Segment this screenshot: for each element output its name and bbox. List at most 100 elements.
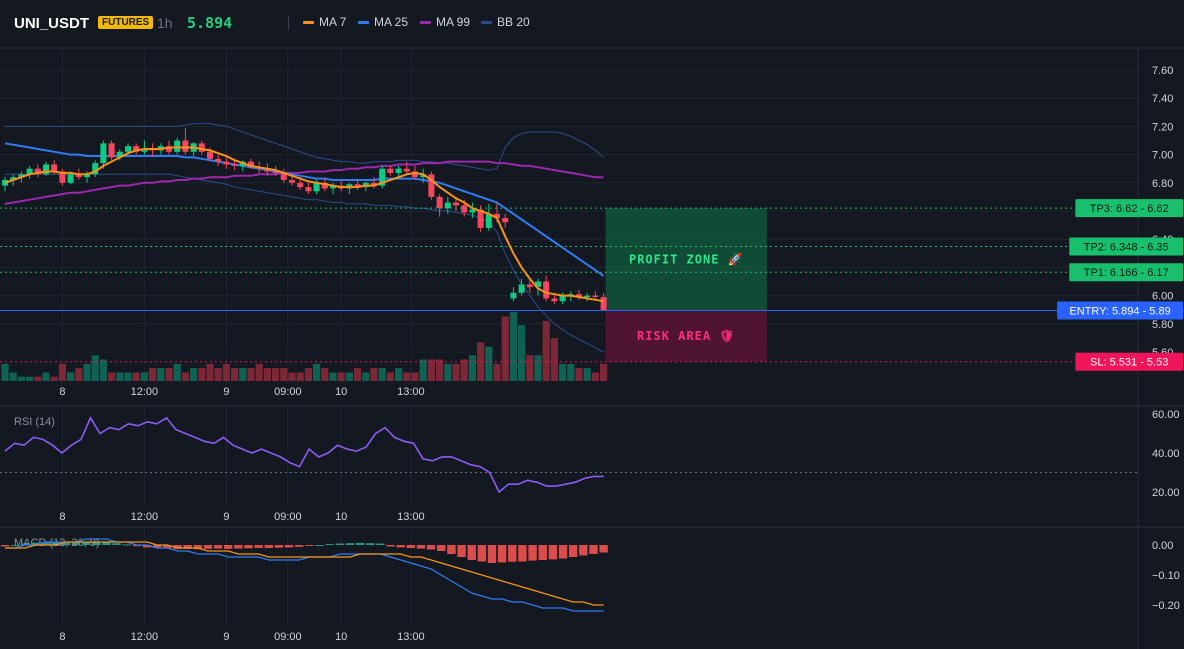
volume-bar (247, 368, 255, 381)
macd-hist-bar (213, 545, 223, 549)
rsi-tick-label: 20.00 (1152, 487, 1180, 499)
macd-hist-bar (315, 545, 324, 546)
price-tick-label: 5.80 (1152, 319, 1173, 331)
macd-hist-bar (224, 545, 233, 549)
volume-bar (26, 376, 34, 381)
macd-hist-bar (244, 545, 253, 549)
volume-bar (149, 368, 157, 381)
candle-body (231, 164, 238, 166)
candle-body (100, 143, 107, 164)
volume-bar (17, 376, 25, 381)
macd-hist-bar (538, 545, 547, 560)
macd-hist-bar (234, 545, 243, 549)
volume-bar (9, 372, 17, 381)
macd-hist-bar (203, 545, 213, 549)
candle-body (207, 151, 213, 159)
candle-body (444, 202, 451, 209)
time-tick-label: 12:00 (131, 511, 159, 523)
macd-hist-bar (416, 545, 426, 549)
volume-bar (403, 372, 411, 381)
candle-body (297, 182, 304, 188)
time-tick-label: 09:00 (274, 386, 302, 398)
candle-body (215, 158, 222, 162)
volume-bar (91, 355, 99, 381)
macd-hist-bar (508, 545, 517, 562)
candle-body (502, 218, 509, 223)
macd-hist-bar (376, 543, 385, 545)
volume-bar (173, 363, 181, 381)
volume-bar (534, 355, 542, 381)
macd-hist-bar (10, 545, 20, 546)
rsi-pane-bg (0, 408, 1184, 520)
time-tick-label: 10 (335, 631, 347, 643)
time-tick-label: 8 (59, 511, 65, 523)
candle-body (387, 168, 394, 173)
macd-hist-bar (406, 545, 416, 548)
volume-bar (198, 368, 206, 381)
rsi-tick-label: 60.00 (1152, 409, 1180, 421)
volume-bar (370, 368, 378, 381)
macd-hist-bar (366, 543, 375, 545)
entry-tag-label: ENTRY: 5.894 - 5.89 (1069, 306, 1170, 318)
time-tick-label: 10 (335, 511, 347, 523)
volume-bar (99, 359, 107, 381)
volume-bar (575, 368, 583, 381)
volume-bar (239, 368, 247, 381)
volume-bar (591, 372, 599, 381)
volume-bar (181, 372, 189, 381)
volume-bar (222, 363, 230, 381)
volume-bar (395, 368, 403, 381)
macd-hist-bar (254, 545, 263, 548)
volume-bar (559, 363, 567, 381)
candle-body (600, 297, 607, 311)
volume-bar (263, 368, 271, 381)
time-tick-label: 12:00 (131, 386, 159, 398)
volume-bar (255, 363, 263, 381)
chart-canvas[interactable]: 7.607.407.207.006.806.606.406.206.005.80… (0, 0, 1184, 649)
macd-hist-bar (447, 545, 456, 554)
time-tick-label: 13:00 (397, 511, 425, 523)
candle-body (198, 143, 205, 152)
volume-bar (116, 372, 124, 381)
volume-bar (468, 355, 476, 381)
macd-hist-bar (437, 545, 446, 551)
volume-bar (132, 372, 140, 381)
volume-bar (67, 372, 75, 381)
price-tick-label: 6.00 (1152, 291, 1173, 303)
price-tick-label: 7.40 (1152, 93, 1173, 105)
price-tick-label: 7.00 (1152, 150, 1173, 162)
volume-bar (165, 368, 173, 381)
macd-hist-bar (295, 545, 304, 547)
candle-body (403, 168, 410, 172)
macd-hist-bar (112, 543, 121, 545)
volume-bar (460, 359, 468, 381)
volume-bar (296, 372, 304, 381)
volume-bar (206, 363, 214, 381)
volume-bar (50, 376, 58, 381)
candle-body (469, 209, 476, 213)
macd-hist-bar (345, 543, 355, 545)
volume-bar (452, 363, 460, 381)
volume-bar (362, 372, 370, 381)
candle-body (551, 298, 558, 302)
time-tick-label: 12:00 (131, 631, 159, 643)
macd-hist-bar (71, 542, 81, 545)
macd-hist-bar (122, 544, 131, 546)
tp3-tag-label: TP3: 6.62 - 6.62 (1090, 203, 1169, 215)
volume-bar (567, 363, 575, 381)
candle-body (436, 196, 443, 209)
volume-bar (231, 368, 239, 381)
macd-hist-bar (457, 545, 466, 557)
volume-bar (329, 372, 337, 381)
rsi-tick-label: 40.00 (1152, 448, 1180, 460)
macd-hist-bar (335, 543, 345, 545)
price-tick-label: 6.80 (1152, 178, 1173, 190)
time-tick-label: 13:00 (397, 631, 425, 643)
candle-body (543, 281, 550, 299)
macd-hist-bar (599, 545, 608, 553)
macd-hist-bar (568, 545, 578, 557)
macd-hist-bar (305, 545, 314, 546)
tp1-tag-label: TP1: 6.166 - 6.17 (1084, 267, 1169, 279)
candle-body (526, 284, 533, 288)
volume-bar (378, 368, 386, 381)
